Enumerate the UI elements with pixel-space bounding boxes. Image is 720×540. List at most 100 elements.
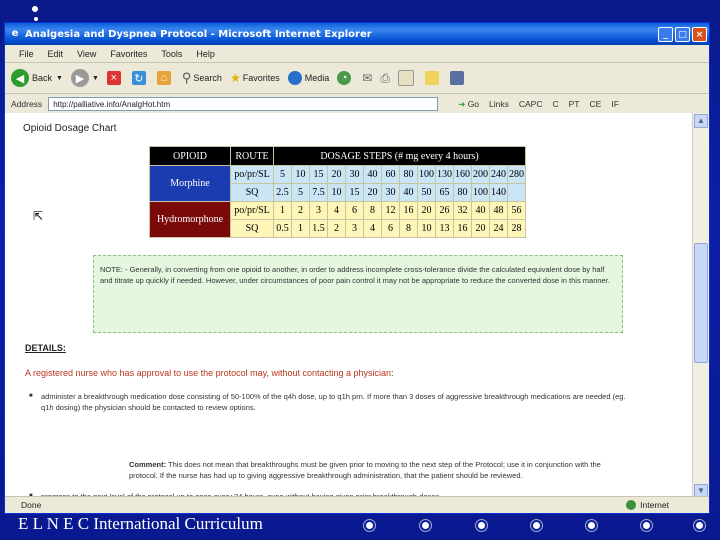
slide-decoration-dot (588, 522, 595, 529)
comment-text: This does not mean that breakthroughs mu… (129, 460, 601, 480)
rn-statement-text: A registered nurse who has approval to u… (25, 368, 392, 378)
link-if[interactable]: IF (611, 99, 619, 109)
back-arrow-icon: ◀ (11, 69, 29, 87)
dose-cell: 15 (345, 183, 364, 202)
mouse-cursor-icon: ⇱ (33, 209, 44, 223)
dose-cell: 4 (327, 201, 346, 220)
route-cell: po/pr/SL (230, 165, 274, 184)
minimize-button[interactable]: _ (658, 26, 673, 42)
dose-cell: 28 (507, 219, 526, 238)
dose-cell: 100 (471, 183, 490, 202)
menu-bar: File Edit View Favorites Tools Help (5, 45, 709, 63)
comment-label: Comment: (129, 460, 167, 469)
discuss-button[interactable] (424, 71, 442, 85)
dose-cell: 130 (435, 165, 454, 184)
vertical-scrollbar[interactable]: ▲ ▼ (692, 113, 709, 499)
media-label: Media (304, 73, 330, 83)
dose-cell: 20 (327, 165, 346, 184)
menu-edit[interactable]: Edit (48, 49, 64, 59)
table-row: Hydromorphone po/pr/SL 1 2 3 4 6 8 12 16… (149, 201, 526, 238)
dose-cell: 60 (381, 165, 400, 184)
slide-decoration-dot (643, 522, 650, 529)
link-ce[interactable]: CE (590, 99, 602, 109)
list-item: administer a breakthrough medication dos… (29, 391, 631, 413)
dose-cell: 30 (345, 165, 364, 184)
slide-footer: E L N E C International Curriculum (18, 514, 263, 533)
comment-block: Comment: This does not mean that breakth… (129, 459, 609, 481)
media-button[interactable]: Media (287, 71, 330, 85)
links-label: Links (489, 99, 509, 109)
slide-decoration-dot (533, 522, 540, 529)
dose-cell: 2 (327, 219, 346, 238)
menu-favorites[interactable]: Favorites (110, 49, 147, 59)
search-icon: ⚲ (181, 70, 192, 85)
home-button[interactable]: ⌂ (156, 71, 174, 85)
dose-cell: 20 (363, 183, 382, 202)
forward-button[interactable]: ▶ ▼ (70, 69, 99, 87)
dose-cell: 80 (453, 183, 472, 202)
dose-cell: 6 (381, 219, 400, 238)
menu-file[interactable]: File (19, 49, 34, 59)
dose-cell: 8 (363, 201, 382, 220)
link-pt[interactable]: PT (569, 99, 580, 109)
dose-cell: 50 (417, 183, 436, 202)
dose-cell: 2 (291, 201, 310, 220)
browser-window: e Analgesia and Dyspnea Protocol - Micro… (4, 22, 710, 514)
dose-cell: 7.5 (309, 183, 328, 202)
scroll-thumb[interactable] (694, 243, 708, 363)
table-row: Morphine po/pr/SL 5 10 15 20 30 40 60 80… (149, 165, 526, 202)
dose-cell: 3 (309, 201, 328, 220)
details-heading: DETAILS: (25, 343, 66, 353)
go-button[interactable]: ➜ Go (458, 99, 479, 110)
history-button[interactable]: ◔ (337, 71, 354, 85)
dose-cell: 10 (291, 165, 310, 184)
slide-decoration-dot (34, 17, 38, 21)
address-bar: Address http://palliative.info/AnalgHot.… (5, 94, 709, 115)
dose-cell: 200 (471, 165, 490, 184)
search-button[interactable]: ⚲ Search (182, 70, 222, 86)
back-label: Back (32, 73, 53, 83)
mail-button[interactable]: ✉ (362, 71, 372, 85)
dose-cell: 16 (453, 219, 472, 238)
opioid-dosage-table: OPIOID ROUTE DOSAGE STEPS (# mg every 4 … (149, 146, 526, 238)
scroll-up-arrow-icon[interactable]: ▲ (694, 114, 708, 128)
dose-cell: 40 (399, 183, 418, 202)
header-dosage-steps: DOSAGE STEPS (# mg every 4 hours) (273, 146, 526, 166)
ie-icon: e (11, 28, 19, 39)
slide-decoration-dot (32, 6, 38, 12)
globe-icon (626, 500, 637, 510)
maximize-button[interactable]: □ (675, 26, 690, 42)
dose-cell: 56 (507, 201, 526, 220)
drug-morphine: Morphine (149, 165, 231, 202)
menu-view[interactable]: View (77, 49, 96, 59)
menu-help[interactable]: Help (196, 49, 215, 59)
close-button[interactable]: × (692, 26, 707, 42)
back-button[interactable]: ◀ Back ▼ (11, 69, 63, 87)
chevron-down-icon: ▼ (56, 74, 63, 82)
dose-cell: 26 (435, 201, 454, 220)
refresh-button[interactable]: ↻ (131, 71, 149, 85)
favorites-button[interactable]: ★ Favorites (230, 71, 280, 85)
print-button[interactable]: ⎙ (380, 71, 390, 86)
address-input[interactable]: http://palliative.info/AnalgHot.htm (48, 97, 439, 111)
go-label: Go (467, 98, 480, 109)
dose-cell: 5 (273, 165, 292, 184)
stop-button[interactable]: × (106, 71, 124, 85)
conversion-note: NOTE: - Generally, in converting from on… (93, 255, 623, 333)
menu-tools[interactable]: Tools (161, 49, 182, 59)
chevron-down-icon: ▼ (91, 74, 99, 82)
toolbar: ◀ Back ▼ ▶ ▼ × ↻ ⌂ ⚲ Search ★ Favorites … (5, 63, 709, 94)
messenger-button[interactable] (449, 71, 467, 85)
dose-cell: 48 (489, 201, 508, 220)
status-bar: Done Internet (5, 496, 709, 513)
dose-cell: 1.5 (309, 219, 328, 238)
link-capc[interactable]: CAPC (519, 99, 543, 109)
links-bar: Links CAPC C PT CE IF (489, 99, 619, 109)
dose-cell: 3 (345, 219, 364, 238)
header-route: ROUTE (230, 146, 274, 166)
window-title: Analgesia and Dyspnea Protocol - Microso… (25, 28, 372, 40)
link-c[interactable]: C (553, 99, 559, 109)
slide-decoration-dot (366, 522, 373, 529)
forward-arrow-icon: ▶ (70, 69, 89, 87)
edit-button[interactable] (397, 70, 417, 86)
